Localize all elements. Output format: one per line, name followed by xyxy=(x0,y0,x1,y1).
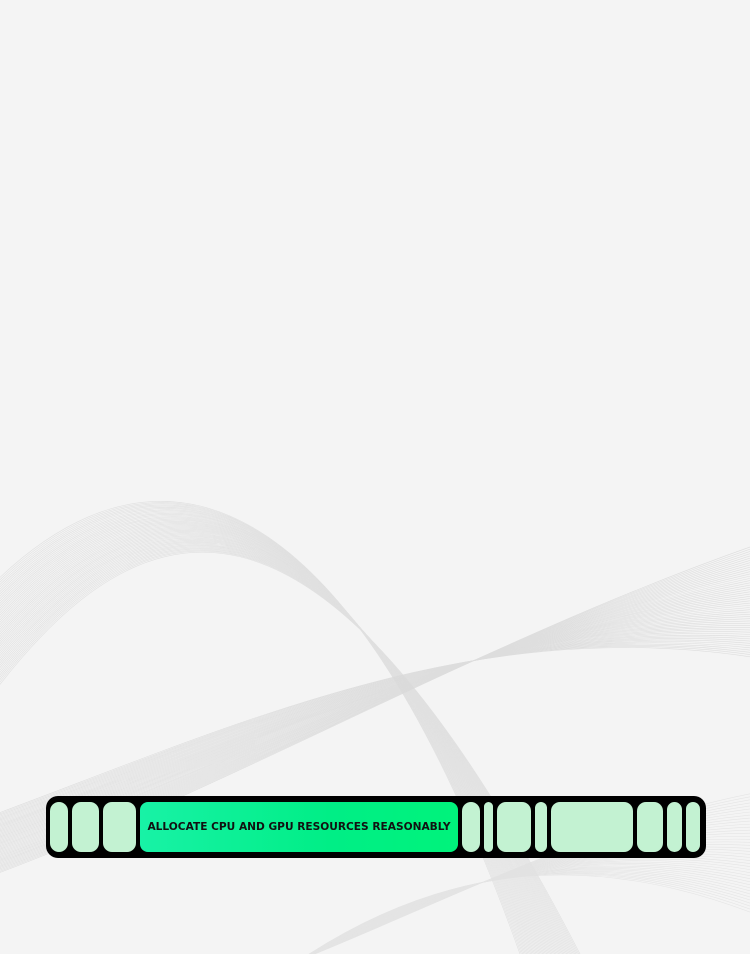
progress-active-segment: ALLOCATE CPU AND GPU RESOURCES REASONABL… xyxy=(140,802,458,852)
progress-segment xyxy=(686,802,700,852)
progress-segment xyxy=(103,802,136,852)
progress-segment xyxy=(72,802,99,852)
progress-segment xyxy=(637,802,663,852)
progress-segment xyxy=(551,802,633,852)
progress-segment xyxy=(50,802,68,852)
progress-segment xyxy=(462,802,480,852)
task-progress-bar: ALLOCATE CPU AND GPU RESOURCES REASONABL… xyxy=(46,796,706,858)
progress-segment xyxy=(484,802,493,852)
progress-label: ALLOCATE CPU AND GPU RESOURCES REASONABL… xyxy=(147,821,451,833)
progress-segment xyxy=(497,802,531,852)
progress-segment xyxy=(667,802,682,852)
progress-segment xyxy=(535,802,547,852)
